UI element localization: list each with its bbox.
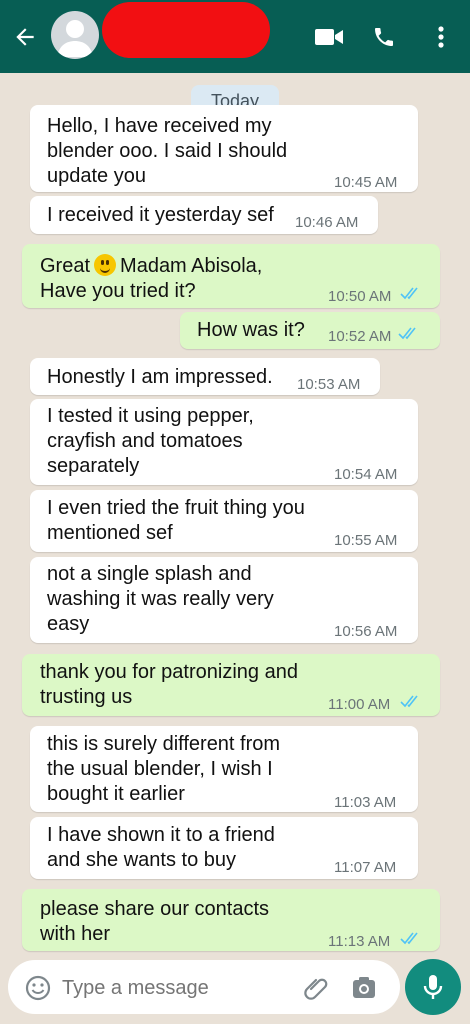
message-time: 10:56 AM <box>334 623 398 640</box>
message-bubble-incoming[interactable]: I received it yesterday sef 10:46 AM <box>30 196 378 234</box>
message-line: How was it? <box>197 319 305 341</box>
message-bubble-outgoing[interactable]: How was it? 10:52 AM <box>180 312 440 349</box>
microphone-icon <box>423 975 443 999</box>
video-call-icon[interactable] <box>314 26 344 48</box>
message-line: update you <box>47 165 146 187</box>
message-time: 11:07 AM <box>334 859 397 876</box>
message-line: mentioned sef <box>47 522 173 544</box>
read-double-tick-icon <box>400 932 418 945</box>
voice-record-button[interactable] <box>405 959 461 1015</box>
redacted-contact-name[interactable] <box>102 2 270 58</box>
read-double-tick-icon <box>398 327 416 340</box>
message-line: separately <box>47 455 140 477</box>
default-avatar-icon <box>57 20 93 57</box>
message-bubble-incoming[interactable]: I have shown it to a friend and she want… <box>30 817 418 879</box>
message-time: 10:50 AM <box>328 288 392 305</box>
message-input[interactable] <box>60 972 294 1004</box>
message-line: with her <box>40 923 111 945</box>
message-line: Honestly I am impressed. <box>47 366 273 388</box>
message-line: the usual blender, I wish I <box>47 758 273 780</box>
message-bubble-incoming[interactable]: I tested it using pepper, crayfish and t… <box>30 399 418 485</box>
message-bubble-outgoing[interactable]: Great Madam Abisola, Have you tried it? 1… <box>22 244 440 308</box>
message-line: thank you for patronizing and <box>40 661 298 683</box>
message-bubble-incoming[interactable]: Hello, I have received my blender ooo. I… <box>30 105 418 192</box>
attach-paperclip-icon[interactable] <box>304 975 330 1001</box>
message-time: 10:54 AM <box>334 466 398 483</box>
message-line: and she wants to buy <box>47 849 237 871</box>
more-options-icon[interactable] <box>436 25 446 49</box>
message-text: Great <box>40 255 91 277</box>
message-line: I tested it using pepper, <box>47 405 254 427</box>
camera-icon[interactable] <box>351 975 377 1001</box>
voice-call-icon[interactable] <box>372 25 396 49</box>
message-bubble-incoming[interactable]: this is surely different from the usual … <box>30 726 418 812</box>
message-composer[interactable] <box>8 960 400 1014</box>
read-double-tick-icon <box>400 287 418 300</box>
message-time: 11:13 AM <box>328 933 391 950</box>
message-bubble-incoming[interactable]: Honestly I am impressed. 10:53 AM <box>30 358 380 395</box>
message-line: I have shown it to a friend <box>47 824 275 846</box>
message-line: washing it was really very <box>47 588 274 610</box>
message-line: not a single splash and <box>47 563 252 585</box>
back-arrow-icon[interactable] <box>12 24 38 50</box>
message-time: 10:46 AM <box>295 214 359 231</box>
message-time: 10:45 AM <box>334 174 398 191</box>
message-line: I received it yesterday sef <box>47 204 274 226</box>
message-line: easy <box>47 613 90 635</box>
message-text: Madam Abisola, <box>120 255 263 277</box>
message-bubble-incoming[interactable]: not a single splash and washing it was r… <box>30 557 418 643</box>
message-time: 10:55 AM <box>334 532 398 549</box>
message-bubble-outgoing[interactable]: please share our contacts with her 11:13… <box>22 889 440 951</box>
message-line: crayfish and tomatoes <box>47 430 243 452</box>
message-line: please share our contacts <box>40 898 270 920</box>
message-bubble-incoming[interactable]: I even tried the fruit thing you mention… <box>30 490 418 552</box>
message-line: blender ooo. I said I should <box>47 140 288 162</box>
chat-header <box>0 0 470 73</box>
emoji-icon[interactable] <box>25 975 51 1001</box>
message-line: trusting us <box>40 686 133 708</box>
message-line: this is surely different from <box>47 733 281 755</box>
message-time: 10:52 AM <box>328 328 392 345</box>
contact-avatar[interactable] <box>51 11 99 59</box>
read-double-tick-icon <box>400 695 418 708</box>
message-line: bought it earlier <box>47 783 185 805</box>
message-line: Have you tried it? <box>40 280 196 302</box>
message-bubble-outgoing[interactable]: thank you for patronizing and trusting u… <box>22 654 440 716</box>
smiling-face-emoji-icon <box>94 254 117 276</box>
message-line: Great Madam Abisola, <box>40 254 262 279</box>
message-time: 10:53 AM <box>297 376 361 393</box>
message-line: I even tried the fruit thing you <box>47 497 305 519</box>
message-time: 11:00 AM <box>328 696 391 713</box>
message-line: Hello, I have received my <box>47 115 272 137</box>
message-time: 11:03 AM <box>334 794 397 811</box>
